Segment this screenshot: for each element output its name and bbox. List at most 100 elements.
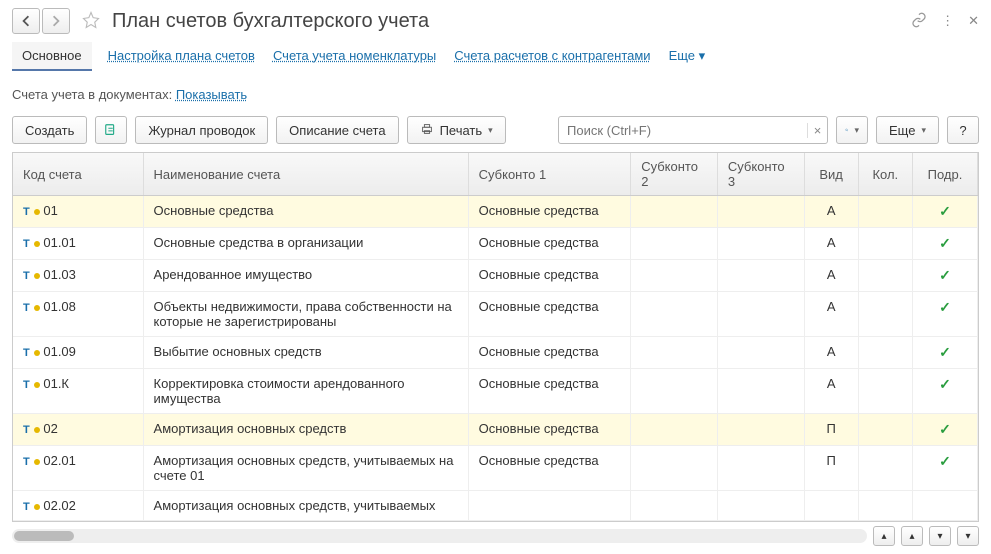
- account-type-icon: T: [23, 302, 40, 314]
- sub2-cell: [631, 260, 718, 292]
- sub1-cell: Основные средства: [468, 260, 631, 292]
- qty-cell: [858, 414, 912, 446]
- search-input[interactable]: [559, 123, 807, 138]
- kind-cell: А: [804, 196, 858, 228]
- sub2-cell: [631, 337, 718, 369]
- search-button[interactable]: ▾: [836, 116, 868, 144]
- favorite-star-icon[interactable]: [82, 11, 100, 32]
- help-button[interactable]: ?: [947, 116, 979, 144]
- sub2-cell: [631, 491, 718, 521]
- col-sub1[interactable]: Субконто 1: [468, 153, 631, 196]
- col-kind[interactable]: Вид: [804, 153, 858, 196]
- code-cell: 02.02: [43, 498, 76, 513]
- chevron-down-icon: ▾: [854, 125, 859, 136]
- copy-button[interactable]: [95, 116, 127, 144]
- name-cell: Амортизация основных средств: [143, 414, 468, 446]
- sub1-cell: Основные средства: [468, 414, 631, 446]
- check-icon: ✓: [939, 453, 951, 469]
- journal-button[interactable]: Журнал проводок: [135, 116, 268, 144]
- sub2-cell: [631, 414, 718, 446]
- sub3-cell: [717, 446, 804, 491]
- code-cell: 01: [43, 203, 57, 218]
- sub3-cell: [717, 292, 804, 337]
- code-cell: 02.01: [43, 453, 76, 468]
- horizontal-scrollbar[interactable]: [12, 529, 867, 543]
- qty-cell: [858, 196, 912, 228]
- sub3-cell: [717, 228, 804, 260]
- scroll-down-button[interactable]: ▾: [929, 526, 951, 546]
- account-type-icon: T: [23, 206, 40, 218]
- col-sub[interactable]: Подр.: [912, 153, 977, 196]
- tab-main[interactable]: Основное: [12, 42, 92, 71]
- describe-button[interactable]: Описание счета: [276, 116, 398, 144]
- table-row[interactable]: T 01.01Основные средства в организацииОс…: [13, 228, 978, 260]
- col-sub2[interactable]: Субконто 2: [631, 153, 718, 196]
- name-cell: Основные средства: [143, 196, 468, 228]
- col-qty[interactable]: Кол.: [858, 153, 912, 196]
- link-icon[interactable]: [911, 12, 927, 31]
- qty-cell: [858, 446, 912, 491]
- sub2-cell: [631, 446, 718, 491]
- tab-plan-setup[interactable]: Настройка плана счетов: [106, 42, 257, 69]
- col-sub3[interactable]: Субконто 3: [717, 153, 804, 196]
- more-button[interactable]: Еще ▾: [876, 116, 939, 144]
- nav-back-button[interactable]: [12, 8, 40, 34]
- kind-cell: А: [804, 260, 858, 292]
- sub1-cell: [468, 491, 631, 521]
- scroll-up-button[interactable]: ▴: [901, 526, 923, 546]
- qty-cell: [858, 228, 912, 260]
- name-cell: Амортизация основных средств, учитываемы…: [143, 491, 468, 521]
- sub3-cell: [717, 369, 804, 414]
- check-icon: ✓: [939, 299, 951, 315]
- tab-items-accounts[interactable]: Счета учета номенклатуры: [271, 42, 438, 69]
- print-button[interactable]: Печать ▾: [407, 116, 506, 144]
- check-icon: ✓: [939, 344, 951, 360]
- scroll-top-button[interactable]: ▴: [873, 526, 895, 546]
- tab-contragent-accounts[interactable]: Счета расчетов с контрагентами: [452, 42, 652, 69]
- table-row[interactable]: T 01.03Арендованное имуществоОсновные ср…: [13, 260, 978, 292]
- close-icon[interactable]: ✕: [968, 13, 979, 29]
- account-type-icon: T: [23, 270, 40, 282]
- table-row[interactable]: T 02.01Амортизация основных средств, учи…: [13, 446, 978, 491]
- subline-show-link[interactable]: Показывать: [176, 87, 247, 102]
- accounts-table: Код счета Наименование счета Субконто 1 …: [13, 153, 978, 521]
- kind-cell: П: [804, 446, 858, 491]
- col-code[interactable]: Код счета: [13, 153, 143, 196]
- sub1-cell: Основные средства: [468, 228, 631, 260]
- kind-cell: А: [804, 228, 858, 260]
- sub3-cell: [717, 491, 804, 521]
- sub-cell: ✓: [912, 228, 977, 260]
- search-input-wrap: ×: [558, 116, 828, 144]
- qty-cell: [858, 260, 912, 292]
- sub3-cell: [717, 260, 804, 292]
- tab-more[interactable]: Еще ▾: [667, 42, 708, 70]
- table-row[interactable]: T 01.08Объекты недвижимости, права собст…: [13, 292, 978, 337]
- table-row[interactable]: T 02Амортизация основных средствОсновные…: [13, 414, 978, 446]
- table-row[interactable]: T 01.ККорректировка стоимости арендованн…: [13, 369, 978, 414]
- kebab-menu-icon[interactable]: ⋮: [941, 13, 954, 29]
- qty-cell: [858, 491, 912, 521]
- account-type-icon: T: [23, 424, 40, 436]
- qty-cell: [858, 292, 912, 337]
- table-row[interactable]: T 01Основные средстваОсновные средстваА✓: [13, 196, 978, 228]
- create-button[interactable]: Создать: [12, 116, 87, 144]
- table-row[interactable]: T 02.02 Амортизация основных средств, учи…: [13, 491, 978, 521]
- col-name[interactable]: Наименование счета: [143, 153, 468, 196]
- sub-cell: ✓: [912, 292, 977, 337]
- search-clear-button[interactable]: ×: [807, 123, 827, 138]
- sub3-cell: [717, 196, 804, 228]
- code-cell: 01.08: [43, 299, 76, 314]
- sub-cell: ✓: [912, 414, 977, 446]
- table-row[interactable]: T 01.09Выбытие основных средствОсновные …: [13, 337, 978, 369]
- sub1-cell: Основные средства: [468, 369, 631, 414]
- kind-cell: П: [804, 414, 858, 446]
- sub-cell: ✓: [912, 196, 977, 228]
- scroll-bottom-button[interactable]: ▾: [957, 526, 979, 546]
- code-cell: 01.К: [43, 376, 69, 391]
- name-cell: Корректировка стоимости арендованного им…: [143, 369, 468, 414]
- nav-forward-button[interactable]: [42, 8, 70, 34]
- account-type-icon: T: [23, 501, 40, 513]
- sub3-cell: [717, 337, 804, 369]
- name-cell: Выбытие основных средств: [143, 337, 468, 369]
- qty-cell: [858, 337, 912, 369]
